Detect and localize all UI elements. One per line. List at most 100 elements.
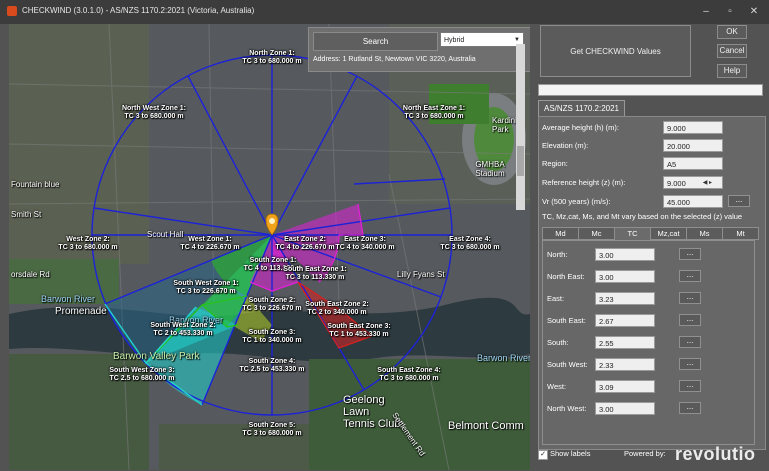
tab-md[interactable]: Md [542, 227, 579, 240]
ref-height-value: 9.000 [667, 179, 686, 188]
direction-label: South: [547, 338, 569, 347]
direction-more-button[interactable]: ... [679, 402, 701, 414]
map-zoom-scrollbar[interactable] [516, 44, 525, 210]
map-control-panel: Search Hybrid ▼ Address: 1 Rutland St, N… [308, 27, 530, 72]
multiplier-tabs: Md Mc TC Mz,cat Ms Mt [542, 227, 761, 241]
show-labels-checkbox[interactable]: ✓ [538, 450, 548, 460]
direction-value-field[interactable]: 3.00 [595, 402, 655, 415]
zone-label: West Zone 2: TC 3 to 680.000 m [58, 236, 118, 251]
direction-more-button[interactable]: ... [679, 292, 701, 304]
progress-bar [538, 84, 763, 96]
zone-label: East Zone 4: TC 3 to 680.000 m [440, 236, 500, 251]
parameters-panel: Average height (h) (m): 9.000 Elevation … [538, 116, 766, 450]
place-label: Geelong Lawn Tennis Club [343, 394, 401, 430]
direction-value-field[interactable]: 2.67 [595, 314, 655, 327]
direction-label: East: [547, 294, 565, 303]
tab-mz-cat[interactable]: Mz,cat [650, 227, 687, 240]
direction-more-button[interactable]: ... [679, 314, 701, 326]
show-labels-label: Show labels [550, 449, 591, 458]
scrollbar-thumb[interactable] [517, 146, 524, 176]
zone-label: North West Zone 1: TC 3 to 680.000 m [121, 105, 187, 120]
stepper-arrows-icon[interactable]: ◀ ▸ [703, 177, 712, 190]
cancel-button[interactable]: Cancel [717, 44, 747, 58]
zone-label: South Zone 4: TC 2.5 to 453.330 m [239, 358, 305, 373]
tab-tc[interactable]: TC [614, 227, 651, 241]
close-button[interactable]: ✕ [742, 4, 766, 20]
place-label: Promenade [55, 306, 107, 317]
zone-label: South Zone 3: TC 1 to 340.000 m [242, 329, 302, 344]
tab-mt[interactable]: Mt [722, 227, 759, 240]
get-checkwind-values-button[interactable]: Get CHECKWIND Values [540, 25, 691, 77]
window-title: CHECKWIND (3.0.1.0) - AS/NZS 1170.2:2021… [22, 6, 255, 15]
powered-by-label: Powered by: [624, 449, 666, 458]
zone-label: South East Zone 3: TC 1 to 453.330 m [327, 323, 391, 338]
direction-value-field[interactable]: 3.23 [595, 292, 655, 305]
zone-label: South East Zone 4: TC 3 to 680.000 m [377, 367, 441, 382]
zone-label: South Zone 5: TC 3 to 680.000 m [242, 422, 302, 437]
zone-label: West Zone 1: TC 4 to 226.670 m [180, 236, 240, 251]
maximize-button[interactable]: ▫ [718, 4, 742, 20]
direction-more-button[interactable]: ... [679, 248, 701, 260]
zone-label: South West Zone 3: TC 2.5 to 680.000 m [109, 367, 175, 382]
zone-label: North Zone 1: TC 3 to 680.000 m [242, 50, 302, 65]
direction-more-button[interactable]: ... [679, 380, 701, 392]
place-label: Belmont Comm [448, 420, 524, 432]
elevation-label: Elevation (m): [542, 141, 589, 150]
zone-label: South Zone 2: TC 3 to 226.670 m [242, 297, 302, 312]
app-icon [7, 6, 17, 16]
place-label: Fountain blue [11, 180, 60, 189]
ref-height-label: Reference height (z) (m): [542, 178, 626, 187]
place-label: GMHBA Stadium [475, 160, 505, 178]
direction-label: South West: [547, 360, 588, 369]
tab-ms[interactable]: Ms [686, 227, 723, 240]
zone-label: South West Zone 2: TC 2 to 453.330 m [150, 322, 216, 337]
tab-mc[interactable]: Mc [578, 227, 615, 240]
vr-label: Vr (500 years) (m/s): [542, 197, 611, 206]
region-field[interactable]: A5 [663, 157, 723, 170]
vary-note: TC, Mz,cat, Ms, and Mt vary based on the… [542, 212, 743, 221]
footer: ✓ Show labels Powered by: revolutio [538, 444, 766, 464]
direction-label: North East: [547, 272, 585, 281]
map-view[interactable]: Fountain blue Smith St orsdale Rd Barwon… [9, 24, 530, 470]
zone-label: East Zone 2: TC 4 to 226.670 m [275, 236, 335, 251]
revolutio-logo: revolutio [675, 444, 756, 464]
map-type-value: Hybrid [444, 37, 465, 44]
search-button[interactable]: Search [313, 32, 438, 51]
vr-more-button[interactable]: ... [728, 195, 750, 207]
zone-label: East Zone 3: TC 4 to 340.000 m [335, 236, 395, 251]
place-label: Smith St [11, 210, 42, 219]
address-text: Address: 1 Rutland St, Newtown VIC 3220,… [313, 56, 476, 63]
place-label: Scout Hall [147, 230, 184, 239]
place-label: orsdale Rd [11, 270, 50, 279]
direction-more-button[interactable]: ... [679, 358, 701, 370]
zone-label: South East Zone 1: TC 3 to 113.330 m [283, 266, 347, 281]
direction-value-field[interactable]: 3.00 [595, 270, 655, 283]
direction-value-field[interactable]: 3.09 [595, 380, 655, 393]
minimize-button[interactable]: – [694, 4, 718, 20]
avg-height-field[interactable]: 9.000 [663, 121, 723, 134]
vr-field[interactable]: 45.000 [663, 195, 723, 208]
place-label: Lilly Fyans St [397, 270, 445, 279]
ref-height-stepper[interactable]: 9.000 ◀ ▸ [663, 176, 723, 189]
map-type-select[interactable]: Hybrid ▼ [440, 32, 524, 47]
direction-value-field[interactable]: 2.55 [595, 336, 655, 349]
place-label: Barwon Valley Park [113, 351, 200, 362]
place-label: Barwon River [477, 353, 530, 363]
settings-panel: Get CHECKWIND Values OK Cancel Help AS/N… [530, 24, 769, 471]
place-label: Barwon River [41, 294, 96, 304]
direction-label: South East: [547, 316, 586, 325]
direction-value-field[interactable]: 2.33 [595, 358, 655, 371]
direction-label: North: [547, 250, 568, 259]
direction-more-button[interactable]: ... [679, 336, 701, 348]
direction-label: West: [547, 382, 567, 391]
elevation-field[interactable]: 20.000 [663, 139, 723, 152]
zone-label: North East Zone 1: TC 3 to 680.000 m [402, 105, 466, 120]
ok-button[interactable]: OK [717, 25, 747, 39]
region-label: Region: [542, 159, 568, 168]
direction-value-field[interactable]: 3.00 [595, 248, 655, 261]
zone-label: South West Zone 1: TC 3 to 226.670 m [173, 280, 239, 295]
title-bar: CHECKWIND (3.0.1.0) - AS/NZS 1170.2:2021… [0, 0, 769, 24]
help-button[interactable]: Help [717, 64, 747, 78]
direction-more-button[interactable]: ... [679, 270, 701, 282]
tc-values-panel: North: 3.00 ... North East: 3.00 ... Eas… [542, 240, 755, 445]
